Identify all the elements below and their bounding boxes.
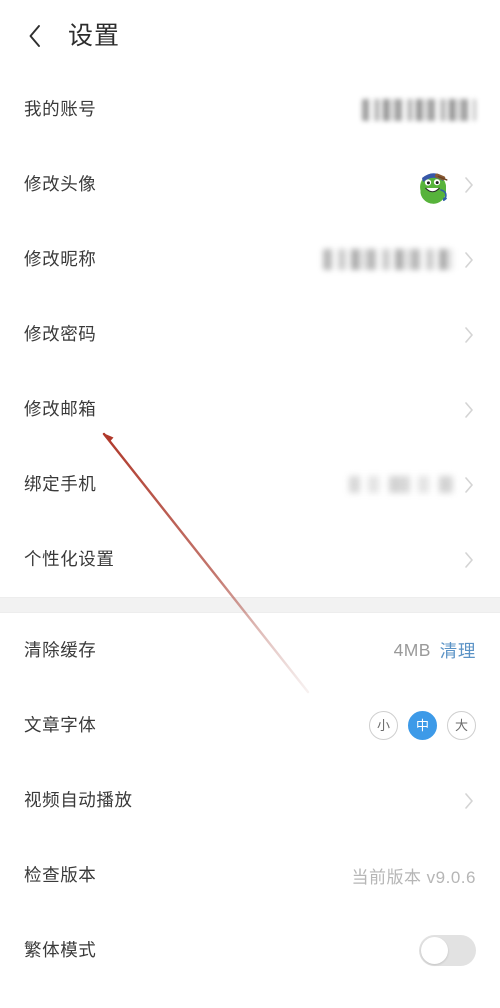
chevron-right-icon [462,249,476,271]
setting-row-check-version[interactable]: 检查版本 当前版本 v9.0.6 [0,838,500,913]
setting-value: 4MB 清理 [394,613,476,688]
setting-value [415,147,476,222]
chevron-right-icon [462,549,476,571]
setting-value [462,522,476,597]
setting-value [462,763,476,838]
redacted-account-value [362,98,476,121]
setting-label: 修改头像 [24,173,97,194]
setting-row-personalization[interactable]: 个性化设置 [0,522,500,597]
section-divider [0,597,500,613]
current-version-text: 当前版本 v9.0.6 [351,868,476,887]
setting-row-clear-cache[interactable]: 清除缓存 4MB 清理 [0,613,500,688]
setting-value [462,297,476,372]
page-title: 设置 [68,21,121,50]
font-size-selector: 小 中 大 [369,711,476,740]
chevron-right-icon [462,174,476,196]
settings-section-account: 我的账号 修改头像 修改昵称 修改密码 修改邮箱 绑定手机 个性化设置 [0,72,500,597]
chevron-right-icon [462,324,476,346]
setting-label: 修改邮箱 [24,398,97,419]
font-size-option-medium[interactable]: 中 [408,711,437,740]
redacted-nickname-value [323,249,453,270]
avatar[interactable] [415,165,453,204]
setting-row-my-account[interactable]: 我的账号 [0,72,500,147]
setting-row-change-password[interactable]: 修改密码 [0,297,500,372]
traditional-mode-toggle[interactable] [419,935,476,966]
setting-label: 繁体模式 [24,939,97,960]
setting-row-traditional-mode: 繁体模式 [0,913,500,988]
cache-size-text: 4MB [393,640,431,660]
font-size-option-large[interactable]: 大 [447,711,476,740]
back-button[interactable] [22,23,48,49]
chevron-left-icon [27,23,43,49]
setting-row-video-autoplay[interactable]: 视频自动播放 [0,763,500,838]
setting-row-change-avatar[interactable]: 修改头像 [0,147,500,222]
setting-label: 文章字体 [24,714,97,735]
chevron-right-icon [462,790,476,812]
nav-bar: 设置 [0,0,500,72]
setting-value [323,222,476,297]
setting-row-bind-phone[interactable]: 绑定手机 [0,447,500,522]
setting-label: 修改密码 [24,323,97,344]
setting-value [419,913,476,988]
chevron-right-icon [462,399,476,421]
setting-label: 视频自动播放 [24,789,133,810]
setting-label: 个性化设置 [24,548,115,569]
toggle-knob [421,937,448,964]
redacted-phone-value [349,476,453,493]
setting-label: 修改昵称 [24,248,97,269]
setting-row-article-font: 文章字体 小 中 大 [0,688,500,763]
setting-row-change-email[interactable]: 修改邮箱 [0,372,500,447]
setting-label: 清除缓存 [24,639,97,660]
chevron-right-icon [462,474,476,496]
setting-value [349,447,476,522]
font-size-option-small[interactable]: 小 [369,711,398,740]
setting-label: 绑定手机 [24,473,97,494]
setting-label: 检查版本 [24,864,97,885]
setting-value [362,72,476,147]
setting-value [462,372,476,447]
setting-value: 当前版本 v9.0.6 [351,838,476,913]
setting-row-change-nickname[interactable]: 修改昵称 [0,222,500,297]
clear-cache-button[interactable]: 清理 [440,638,476,663]
settings-section-preferences: 清除缓存 4MB 清理 文章字体 小 中 大 视频自动播放 检查版本 当前版本 … [0,613,500,988]
setting-label: 我的账号 [24,98,97,119]
settings-screen: 设置 我的账号 修改头像 修改昵称 修改密码 修改邮箱 绑定手机 个性化设置 清… [0,0,500,1008]
setting-value: 小 中 大 [369,688,476,763]
